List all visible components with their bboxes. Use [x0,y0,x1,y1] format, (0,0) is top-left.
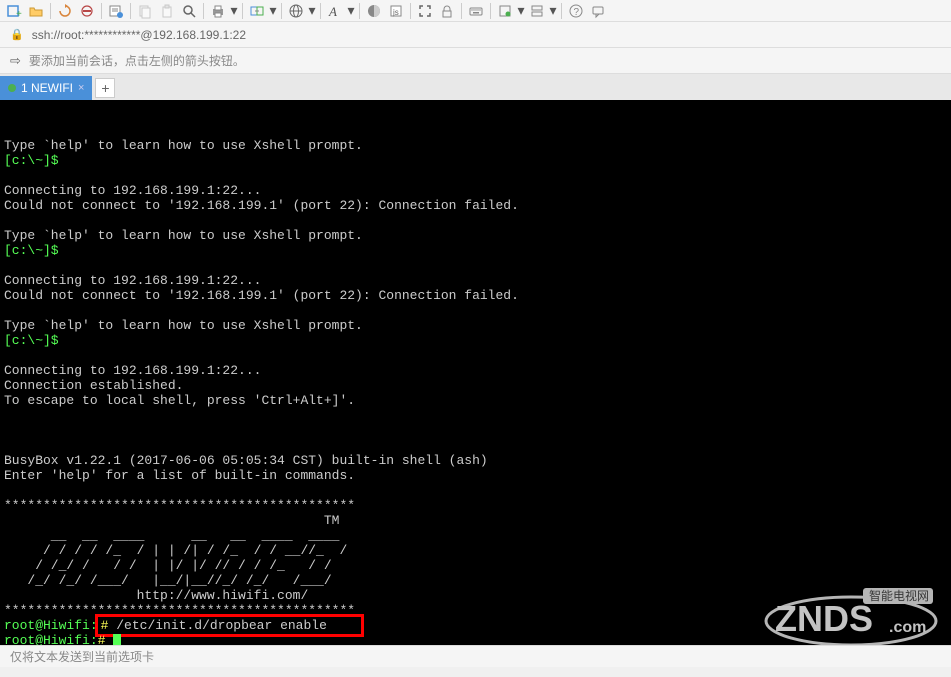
svg-text:js: js [392,8,399,17]
reconnect-icon[interactable] [55,1,75,21]
svg-text:+: + [16,9,22,19]
separator [561,3,562,19]
encoding-icon[interactable] [286,1,306,21]
search-icon[interactable] [179,1,199,21]
connection-status-dot-icon [8,84,16,92]
separator [490,3,491,19]
dropdown-chevron-icon[interactable]: ▾ [308,1,316,21]
font-icon[interactable]: A [325,1,345,21]
transfer-icon[interactable] [247,1,267,21]
separator [320,3,321,19]
terminal-cursor [113,634,121,645]
separator [101,3,102,19]
separator [242,3,243,19]
dropdown-chevron-icon[interactable]: ▾ [347,1,355,21]
separator [130,3,131,19]
view-vertical-icon[interactable] [527,1,547,21]
status-text: 仅将文本发送到当前选项卡 [10,648,154,665]
properties-icon[interactable] [106,1,126,21]
address-bar: 🔒 ssh://root:************@192.168.199.1:… [0,22,951,48]
separator [461,3,462,19]
color-scheme-icon[interactable] [364,1,384,21]
add-session-arrow-icon[interactable]: ⇨ [10,53,21,69]
tab-close-icon[interactable]: × [78,82,84,94]
open-session-icon[interactable] [26,1,46,21]
lock-icon[interactable] [437,1,457,21]
paste-icon[interactable] [157,1,177,21]
terminal-line: Type `help' to learn how to use Xshell p… [4,138,519,645]
address-text[interactable]: ssh://root:************@192.168.199.1:22 [32,28,246,42]
session-hint-bar: ⇨ 要添加当前会话，点击左侧的箭头按钮。 [0,48,951,74]
copy-icon[interactable] [135,1,155,21]
tab-session-1[interactable]: 1 NEWIFI × [0,76,92,100]
dropdown-chevron-icon[interactable]: ▾ [549,1,557,21]
hint-text: 要添加当前会话，点击左侧的箭头按钮。 [29,52,245,69]
separator [281,3,282,19]
disconnect-icon[interactable] [77,1,97,21]
script-icon[interactable]: js [386,1,406,21]
dropdown-chevron-icon[interactable]: ▾ [269,1,277,21]
separator [410,3,411,19]
svg-text:?: ? [574,7,580,18]
svg-text:A: A [328,4,337,19]
status-bar: 仅将文本发送到当前选项卡 [0,645,951,667]
command-highlight-box: # /etc/init.d/dropbear enable [95,614,364,637]
fullscreen-icon[interactable] [415,1,435,21]
separator [50,3,51,19]
tab-strip: 1 NEWIFI × + [0,74,951,100]
tab-label: 1 NEWIFI [21,81,73,95]
print-icon[interactable] [208,1,228,21]
feedback-icon[interactable] [588,1,608,21]
separator [359,3,360,19]
dropdown-chevron-icon[interactable]: ▾ [517,1,525,21]
new-tab-button[interactable]: + [95,78,115,98]
keyboard-icon[interactable] [466,1,486,21]
view-horizontal-icon[interactable] [495,1,515,21]
separator [203,3,204,19]
new-session-icon[interactable]: + [4,1,24,21]
dropdown-chevron-icon[interactable]: ▾ [230,1,238,21]
main-toolbar: + ▾ ▾ ▾ A ▾ js ▾ ▾ ? [0,0,951,22]
help-icon[interactable]: ? [566,1,586,21]
terminal-output[interactable]: Type `help' to learn how to use Xshell p… [0,100,951,645]
lock-icon: 🔒 [10,28,24,41]
